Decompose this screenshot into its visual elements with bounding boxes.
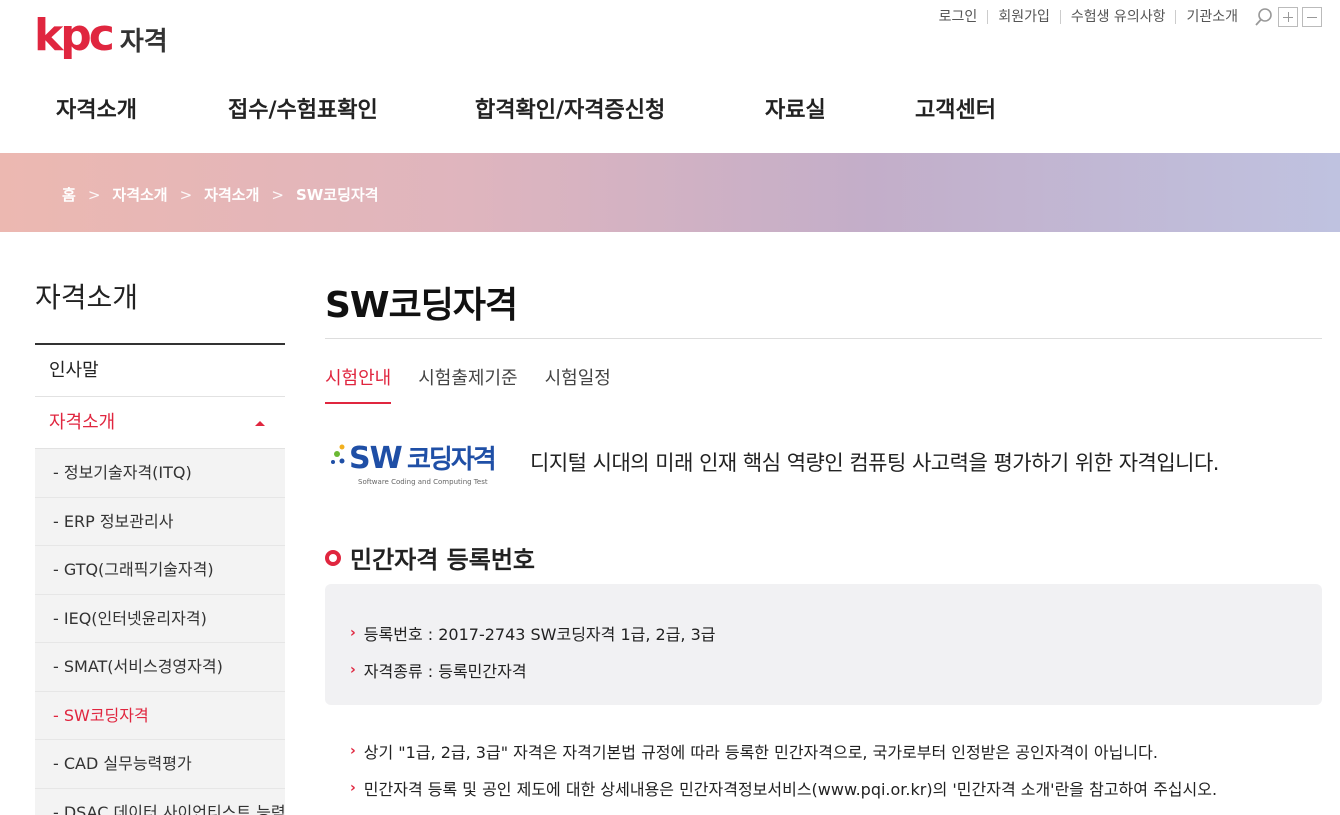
kpc-logo[interactable]: kpc 자격 [34,8,168,64]
breadcrumb-home[interactable]: 홈 [62,184,76,205]
sub-banner: 홈 > 자격소개 > 자격소개 > SW코딩자격 [0,153,1340,232]
sidebar-subitem-itq[interactable]: - 정보기술자격(ITQ) [35,449,285,498]
breadcrumb: 홈 > 자격소개 > 자격소개 > SW코딩자격 [62,184,379,205]
circle-bullet-icon [325,549,341,566]
page-title: SW코딩자격 [325,285,518,326]
sidebar-subitem-gtq[interactable]: - GTQ(그래픽기술자격) [35,546,285,595]
chevron-right-icon: › [350,624,356,641]
info-row: › 자격종류 : 등록민간자격 [350,651,1322,688]
registration-info-box: › 등록번호 : 2017-2743 SW코딩자격 1급, 2급, 3급 › 자… [325,584,1322,705]
svg-text:Software Coding and Computing: Software Coding and Computing Test [358,478,488,486]
chevron-right-icon: › [350,779,356,796]
title-divider [325,338,1322,339]
svg-text:SW: SW [349,441,403,476]
info-row: › 등록번호 : 2017-2743 SW코딩자격 1급, 2급, 3급 [350,614,1322,651]
content-tabs: 시험안내 시험출제기준 시험일정 [325,364,638,404]
svg-text:코딩자격: 코딩자격 [407,445,495,475]
site-header: kpc 자격 로그인 회원가입 수험생 유의사항 기관소개 자격소개 접수/수험… [0,0,1340,153]
intro-block: SW 코딩자격 Software Coding and Computing Te… [325,432,1220,492]
section-title: 민간자격 등록번호 [325,540,535,575]
sidebar-subitem-ieq[interactable]: - IEQ(인터넷윤리자격) [35,595,285,643]
nav-item-resources[interactable]: 자료실 [765,92,826,124]
nav-item-qualification-intro[interactable]: 자격소개 [56,92,137,124]
about-org-link[interactable]: 기관소개 [1176,10,1248,24]
logo-sub-text: 자격 [119,26,168,57]
section-title-text: 민간자격 등록번호 [350,546,535,574]
nav-item-registration[interactable]: 접수/수험표확인 [228,92,378,124]
side-nav-title: 자격소개 [35,281,139,314]
main-nav: 자격소개 접수/수험표확인 합격확인/자격증신청 자료실 고객센터 [0,92,1100,136]
notes-list: › 상기 "1급, 2급, 3급" 자격은 자격기본법 규정에 따라 등록한 민… [350,732,1310,806]
chevron-right-icon: > [87,185,101,204]
signup-link[interactable]: 회원가입 [988,10,1061,24]
chevron-right-icon: › [350,742,356,759]
examinee-notice-link[interactable]: 수험생 유의사항 [1061,10,1177,24]
nav-item-results[interactable]: 합격확인/자격증신청 [475,92,665,124]
login-link[interactable]: 로그인 [929,10,989,24]
sidebar-subitem-sw-coding[interactable]: - SW코딩자격 [35,692,285,740]
sidebar-subitem-smat[interactable]: - SMAT(서비스경영자격) [35,643,285,692]
tab-exam-criteria[interactable]: 시험출제기준 [418,364,517,404]
breadcrumb-current: SW코딩자격 [295,186,379,204]
sidebar-item-label: 자격소개 [49,412,116,433]
logo-main-text: kpc [34,10,115,61]
sidebar-submenu: - 정보기술자격(ITQ) - ERP 정보관리사 - GTQ(그래픽기술자격)… [35,449,285,815]
caret-up-icon [255,421,265,426]
sidebar-item-label: 인사말 [49,360,99,381]
chevron-right-icon: > [179,185,193,204]
tab-exam-schedule[interactable]: 시험일정 [545,364,611,404]
tab-exam-guide[interactable]: 시험안내 [325,364,392,404]
side-nav-list: 인사말 자격소개 - 정보기술자격(ITQ) - ERP 정보관리사 - GTQ… [35,343,285,815]
sidebar-item-greeting[interactable]: 인사말 [35,345,285,397]
sidebar-subitem-erp[interactable]: - ERP 정보관리사 [35,498,285,546]
zoom-out-icon[interactable] [1302,7,1322,27]
utility-menu: 로그인 회원가입 수험생 유의사항 기관소개 [929,6,1322,28]
breadcrumb-level1[interactable]: 자격소개 [112,184,167,205]
info-text: 등록번호 : 2017-2743 SW코딩자격 1급, 2급, 3급 [363,624,716,644]
info-text: 자격종류 : 등록민간자격 [363,661,527,681]
breadcrumb-level2[interactable]: 자격소개 [204,184,259,205]
sw-coding-logo: SW 코딩자격 Software Coding and Computing Te… [325,432,510,492]
sidebar-subitem-cad[interactable]: - CAD 실무능력평가 [35,740,285,789]
note-row: › 상기 "1급, 2급, 3급" 자격은 자격기본법 규정에 따라 등록한 민… [350,732,1310,769]
nav-item-customer-center[interactable]: 고객센터 [915,92,996,124]
chevron-right-icon: › [350,661,356,678]
note-text: 민간자격 등록 및 공인 제도에 대한 상세내용은 민간자격정보서비스(www.… [363,779,1218,799]
intro-text: 디지털 시대의 미래 인재 핵심 역량인 컴퓨팅 사고력을 평가하기 위한 자격… [530,451,1220,475]
chevron-right-icon: > [271,185,284,204]
search-icon[interactable] [1254,7,1274,27]
zoom-in-icon[interactable] [1278,7,1298,27]
sidebar-item-qualification-intro[interactable]: 자격소개 [35,397,285,449]
note-row: › 민간자격 등록 및 공인 제도에 대한 상세내용은 민간자격정보서비스(ww… [350,769,1310,806]
note-text: 상기 "1급, 2급, 3급" 자격은 자격기본법 규정에 따라 등록한 민간자… [363,742,1158,762]
sidebar-subitem-dsac[interactable]: - DSAC 데이터 사이언티스트 능력인증자격 [35,789,285,815]
